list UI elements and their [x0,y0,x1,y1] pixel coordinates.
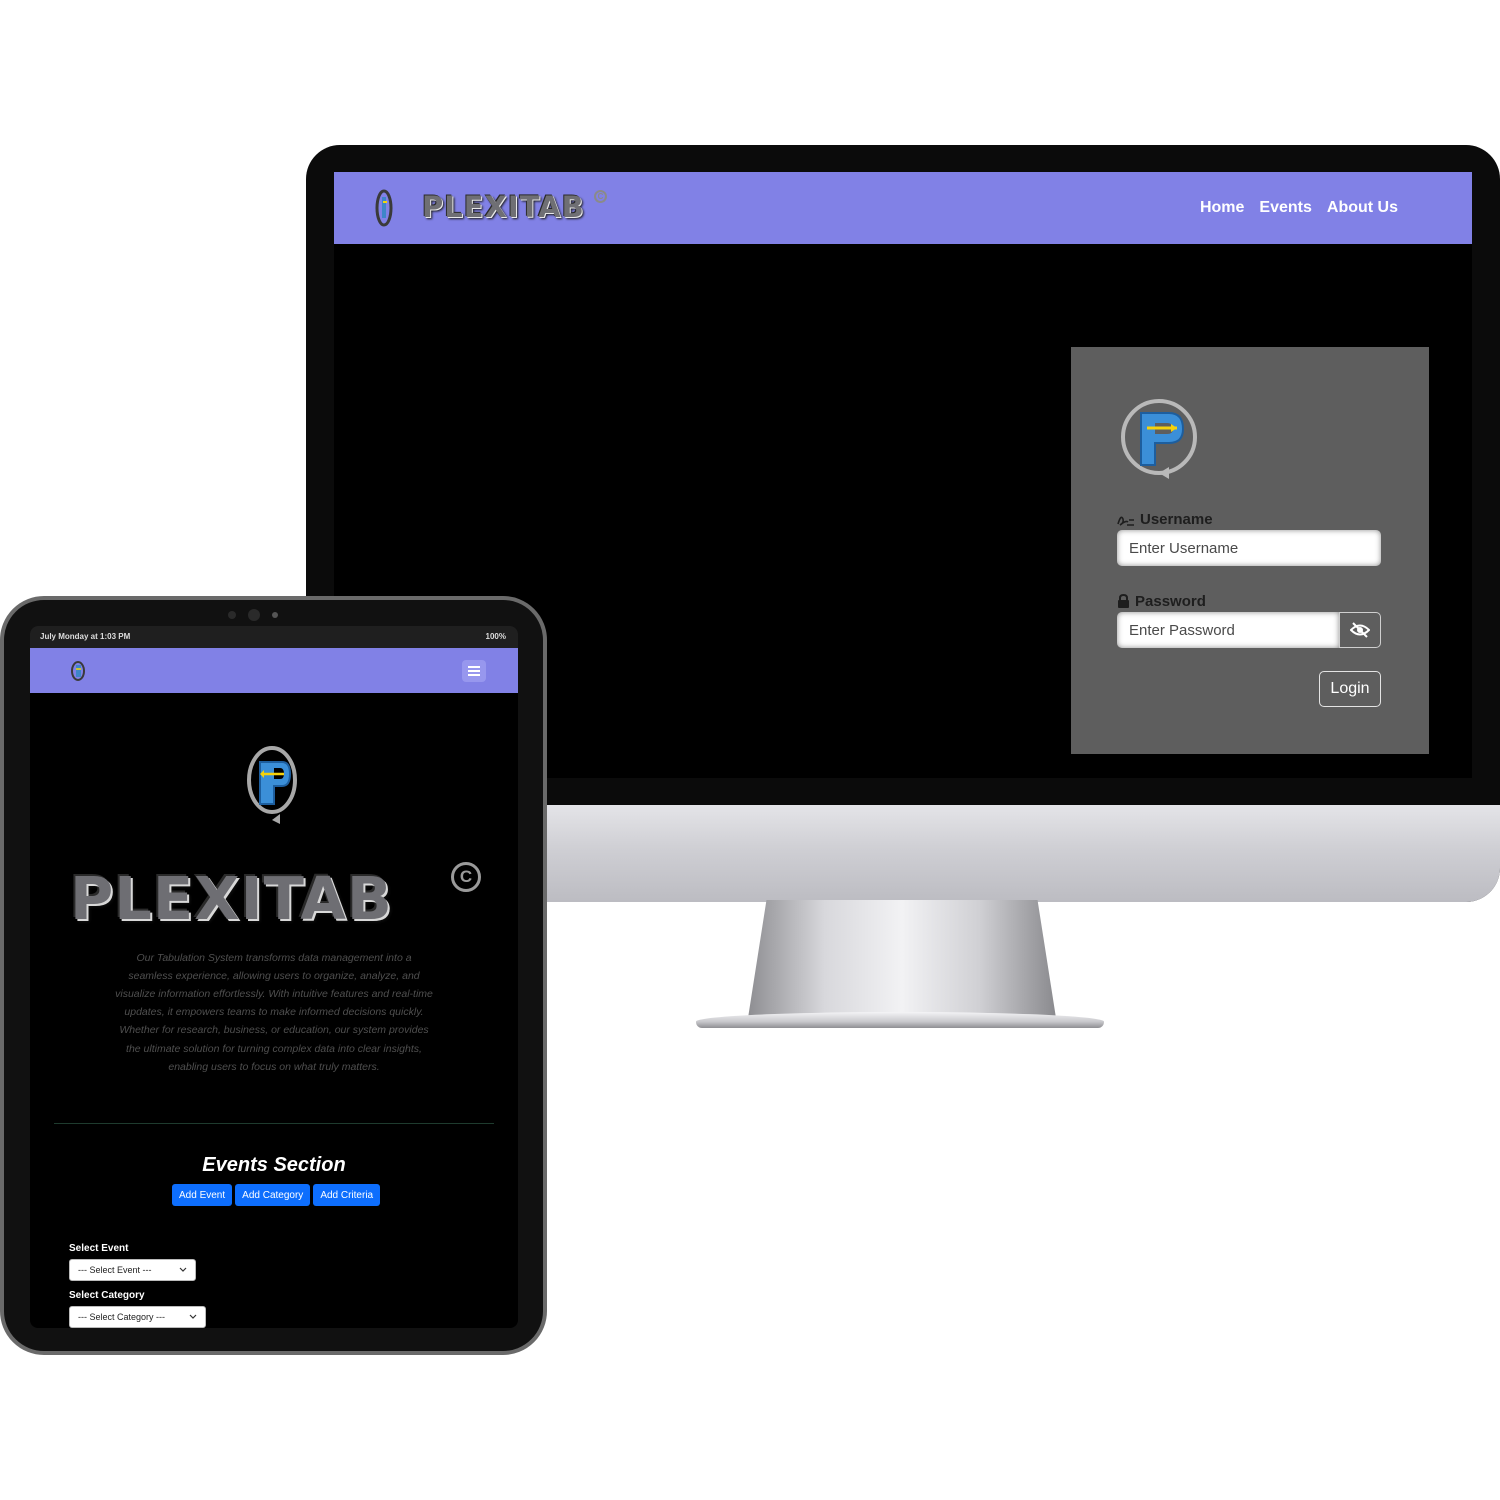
add-criteria-button[interactable]: Add Criteria [313,1184,381,1206]
section-divider [54,1123,494,1124]
nav-about-link[interactable]: About Us [1327,199,1398,217]
add-event-button[interactable]: Add Event [172,1184,233,1206]
password-label-text: Password [1135,593,1206,610]
select-category-value: --- Select Category --- [78,1312,166,1322]
eye-slash-icon [1350,622,1370,638]
select-event-label: Select Event [69,1243,129,1254]
hero-brand-name: PLEXITAB [70,864,393,933]
tablet-device: July Monday at 1:03 PM 100% PLEXITAB C O… [0,596,547,1355]
login-button[interactable]: Login [1319,671,1381,707]
plexitab-logo-icon[interactable] [374,188,394,228]
signature-icon [1117,516,1134,526]
monitor-stand [748,900,1056,1018]
plexitab-p-logo-icon [1121,399,1197,479]
tablet-status-bar: July Monday at 1:03 PM 100% [30,626,518,648]
tablet-navbar [30,648,518,693]
toggle-password-button[interactable] [1339,612,1381,648]
password-input[interactable] [1117,612,1339,648]
plexitab-logo-icon[interactable] [70,660,86,682]
login-card: Username Password Login [1071,347,1429,754]
select-category-label: Select Category [69,1290,145,1301]
chevron-down-icon [179,1267,187,1272]
password-label: Password [1117,593,1206,610]
username-input[interactable] [1117,530,1381,566]
status-battery: 100% [485,632,506,641]
username-label-text: Username [1140,511,1213,528]
plexitab-hero-logo-icon [247,746,297,824]
copyright-mark: C [594,190,607,203]
nav-links: Home Events About Us [1200,199,1398,217]
add-category-button[interactable]: Add Category [235,1184,311,1206]
username-label: Username [1117,511,1213,528]
hamburger-icon [468,666,480,676]
select-event-dropdown[interactable]: --- Select Event --- [69,1259,196,1281]
hero-copyright-mark: C [451,862,481,892]
tablet-camera-lens [248,609,260,621]
tablet-sensor-dot [272,612,278,618]
tablet-screen: July Monday at 1:03 PM 100% PLEXITAB C O… [30,626,518,1328]
hamburger-menu-button[interactable] [462,660,486,682]
events-section-title: Events Section [202,1154,346,1176]
chevron-down-icon [189,1314,197,1319]
select-event-value: --- Select Event --- [78,1265,152,1275]
status-time: July Monday at 1:03 PM [40,632,131,641]
events-actions: Add Event Add Category Add Criteria [172,1184,381,1206]
brand-name: PLEXITAB [422,190,585,224]
monitor-base [696,1012,1104,1028]
lock-icon [1118,594,1129,608]
nav-events-link[interactable]: Events [1259,199,1311,217]
tablet-camera-dot [228,611,236,619]
select-category-dropdown[interactable]: --- Select Category --- [69,1306,206,1328]
hero-description: Our Tabulation System transforms data ma… [115,951,433,1073]
nav-home-link[interactable]: Home [1200,199,1244,217]
desktop-navbar: PLEXITAB C Home Events About Us [334,172,1472,244]
